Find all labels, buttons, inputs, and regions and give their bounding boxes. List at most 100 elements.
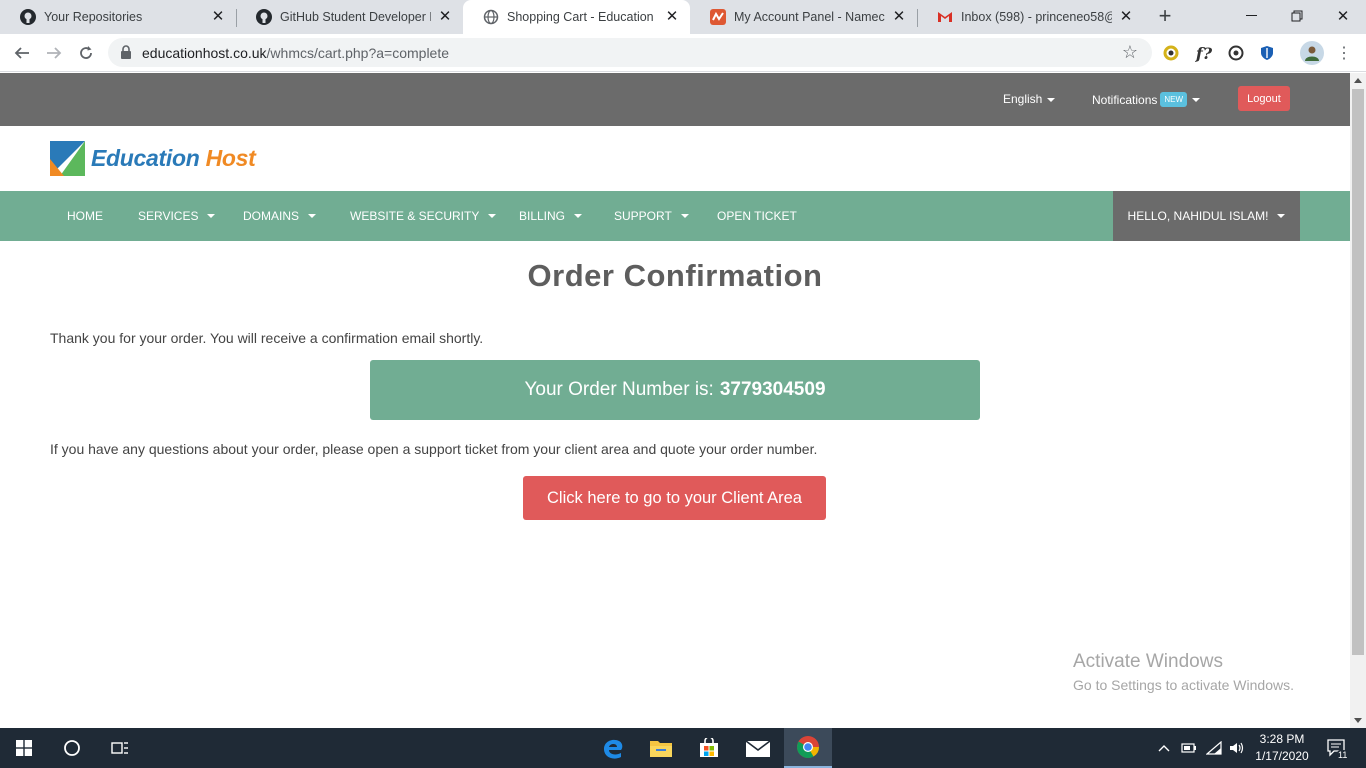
task-view-icon[interactable] xyxy=(96,728,144,768)
tab-github-student-pack[interactable]: GitHub Student Developer Pack ✕ xyxy=(236,0,463,34)
notifications-dropdown[interactable]: Notifications NEW xyxy=(1092,92,1201,107)
caret-down-icon xyxy=(308,214,317,218)
new-tab-plus-icon[interactable]: + xyxy=(1153,5,1177,29)
page-title: Order Confirmation xyxy=(527,258,823,293)
nav-website-security[interactable]: WEBSITE & SECURITY xyxy=(350,191,497,241)
font-extension-icon[interactable]: f? xyxy=(1194,43,1214,63)
thank-you-message: Thank you for your order. You will recei… xyxy=(50,330,484,346)
nav-domains[interactable]: DOMAINS xyxy=(243,191,317,241)
caret-down-icon xyxy=(1047,97,1056,102)
scrollbar-thumb[interactable] xyxy=(1352,89,1364,655)
nav-services[interactable]: SERVICES xyxy=(138,191,216,241)
file-explorer-icon[interactable] xyxy=(637,728,685,768)
nav-support-label: SUPPORT xyxy=(614,209,672,223)
tab-title: GitHub Student Developer Pack xyxy=(280,10,431,24)
bookmark-star-icon[interactable]: ☆ xyxy=(1122,42,1138,63)
user-account-dropdown[interactable]: HELLO, NAHIDUL ISLAM! xyxy=(1113,191,1300,241)
windows-taskbar: 3:28 PM 1/17/2020 11 xyxy=(0,728,1366,768)
github-icon xyxy=(256,9,272,25)
notifications-label: Notifications xyxy=(1092,92,1158,107)
language-dropdown[interactable]: English xyxy=(1003,92,1056,106)
extension-ring-icon[interactable] xyxy=(1161,43,1181,63)
logo-mark-icon xyxy=(50,141,85,176)
caret-down-icon xyxy=(1192,97,1201,102)
order-number-panel: Your Order Number is: 3779304509 xyxy=(370,360,980,420)
battery-icon[interactable] xyxy=(1180,728,1198,768)
close-tab-icon[interactable]: ✕ xyxy=(1118,9,1134,25)
browser-tab-strip: Your Repositories ✕ GitHub Student Devel… xyxy=(0,0,1366,34)
logo-text: Education Host xyxy=(91,145,256,172)
nav-open-ticket[interactable]: OPEN TICKET xyxy=(717,191,797,241)
url-text: educationhost.co.uk/whmcs/cart.php?a=com… xyxy=(142,45,449,61)
client-area-button[interactable]: Click here to go to your Client Area xyxy=(523,476,826,520)
url-path: /whmcs/cart.php?a=complete xyxy=(266,45,450,61)
activate-windows-title: Activate Windows xyxy=(1073,651,1223,672)
system-clock[interactable]: 3:28 PM 1/17/2020 xyxy=(1250,731,1314,765)
close-tab-icon[interactable]: ✕ xyxy=(210,9,226,25)
search-circle-icon[interactable] xyxy=(48,728,96,768)
windows-start-icon[interactable] xyxy=(0,728,48,768)
logo-education: Education xyxy=(91,145,200,171)
nav-support[interactable]: SUPPORT xyxy=(614,191,689,241)
tab-title: Shopping Cart - Education Host xyxy=(507,10,658,24)
scroll-down-arrow-icon[interactable] xyxy=(1354,718,1362,723)
nav-website-security-label: WEBSITE & SECURITY xyxy=(350,209,480,223)
minimize-icon[interactable] xyxy=(1228,0,1274,32)
menu-kebab-icon[interactable]: ⋮ xyxy=(1334,43,1354,63)
github-icon xyxy=(20,9,36,25)
tab-your-repositories[interactable]: Your Repositories ✕ xyxy=(0,0,236,34)
profile-avatar-icon[interactable] xyxy=(1300,41,1324,65)
page-scrollbar[interactable] xyxy=(1350,73,1366,728)
microsoft-store-icon[interactable] xyxy=(685,728,733,768)
order-number-label: Your Order Number is: xyxy=(524,379,714,400)
back-arrow-icon[interactable] xyxy=(9,40,35,66)
caret-down-icon xyxy=(488,214,497,218)
chrome-browser-icon[interactable] xyxy=(784,728,832,768)
action-center-icon[interactable]: 11 xyxy=(1322,728,1352,768)
edge-browser-icon[interactable] xyxy=(589,728,637,768)
order-number-value: 3779304509 xyxy=(719,379,826,400)
tab-namecheap[interactable]: My Account Panel - Namecheap ✕ xyxy=(690,0,917,34)
clock-time: 3:28 PM xyxy=(1259,732,1305,746)
logout-button[interactable]: Logout xyxy=(1238,86,1290,111)
tab-gmail-inbox[interactable]: Inbox (598) - princeneo58@gmail.com ✕ xyxy=(917,0,1144,34)
tab-title: My Account Panel - Namecheap xyxy=(734,10,885,24)
close-tab-icon[interactable]: ✕ xyxy=(891,9,907,25)
scroll-up-arrow-icon[interactable] xyxy=(1354,78,1362,83)
mail-icon[interactable] xyxy=(734,728,782,768)
globe-icon xyxy=(483,9,499,25)
volume-icon[interactable] xyxy=(1228,728,1246,768)
caret-down-icon xyxy=(680,214,689,218)
caret-down-icon xyxy=(1277,214,1286,218)
user-greeting: HELLO, NAHIDUL ISLAM! xyxy=(1127,209,1269,223)
tab-title: Your Repositories xyxy=(44,10,143,24)
extension-circle-icon[interactable] xyxy=(1226,43,1246,63)
education-host-logo[interactable]: Education Host xyxy=(50,141,256,176)
clock-date: 1/17/2020 xyxy=(1255,749,1309,763)
nav-open-ticket-label: OPEN TICKET xyxy=(717,209,797,223)
namecheap-icon xyxy=(710,9,726,25)
site-header: Education Host xyxy=(0,126,1350,191)
wifi-icon[interactable] xyxy=(1205,728,1223,768)
new-badge: NEW xyxy=(1160,92,1188,107)
nav-services-label: SERVICES xyxy=(138,209,199,223)
caret-down-icon xyxy=(207,214,216,218)
main-navigation: HOME SERVICES DOMAINS WEBSITE & SECURITY… xyxy=(0,191,1350,241)
language-label: English xyxy=(1003,92,1043,106)
tab-shopping-cart[interactable]: Shopping Cart - Education Host ✕ xyxy=(463,0,690,34)
nav-billing[interactable]: BILLING xyxy=(519,191,583,241)
nav-billing-label: BILLING xyxy=(519,209,566,223)
reload-icon[interactable] xyxy=(73,40,99,66)
close-window-icon[interactable]: ✕ xyxy=(1320,0,1366,32)
nav-home-label: HOME xyxy=(67,209,103,223)
shield-extension-icon[interactable] xyxy=(1257,43,1277,63)
chevron-up-icon[interactable] xyxy=(1156,728,1172,768)
restore-icon[interactable] xyxy=(1274,0,1320,32)
forward-arrow-icon[interactable] xyxy=(41,40,67,66)
close-tab-icon[interactable]: ✕ xyxy=(664,9,680,25)
address-bar[interactable]: educationhost.co.uk/whmcs/cart.php?a=com… xyxy=(108,38,1152,67)
close-tab-icon[interactable]: ✕ xyxy=(437,9,453,25)
activate-windows-watermark: Activate Windows Go to Settings to activ… xyxy=(1073,651,1294,693)
notification-count-badge: 11 xyxy=(1336,750,1350,760)
nav-home[interactable]: HOME xyxy=(67,191,103,241)
